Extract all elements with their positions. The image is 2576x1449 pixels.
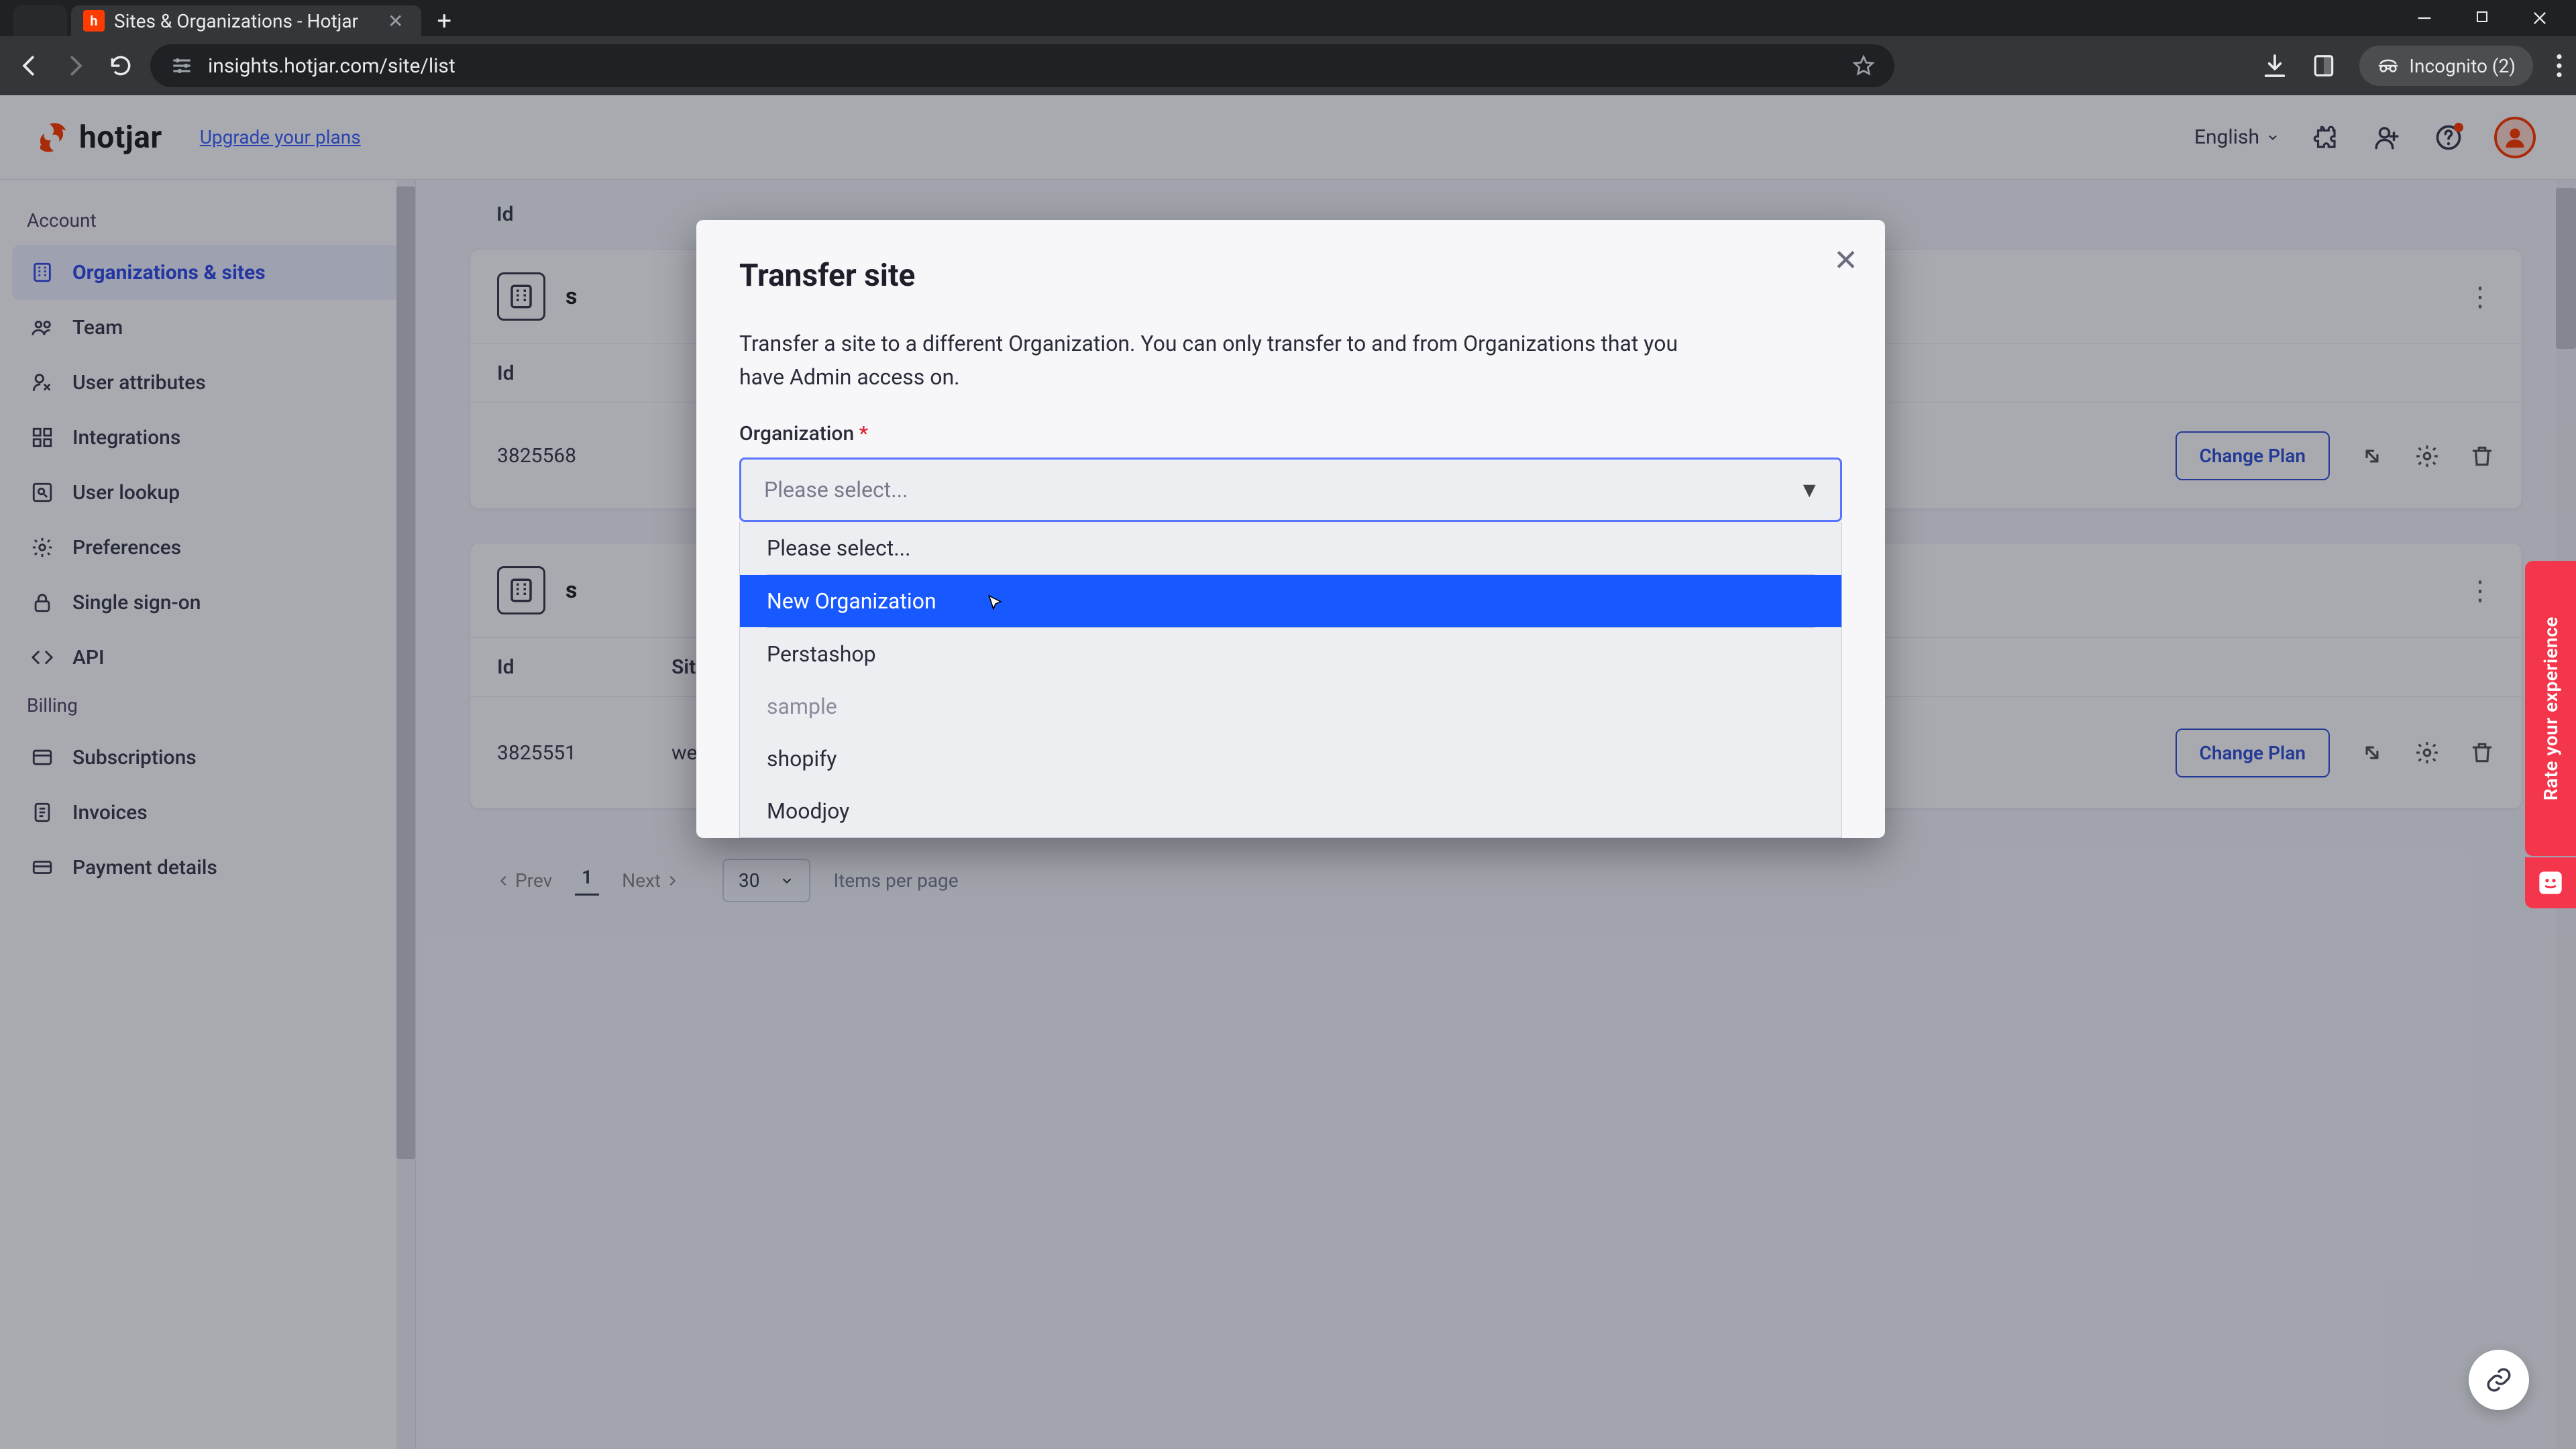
- downloads-icon[interactable]: [2261, 52, 2288, 79]
- modal-close-button[interactable]: ✕: [1833, 243, 1858, 278]
- select-placeholder: Please select...: [764, 477, 908, 502]
- browser-tab-active[interactable]: h Sites & Organizations - Hotjar ✕: [71, 5, 421, 36]
- organization-select[interactable]: Please select... ▼: [739, 458, 1842, 522]
- dropdown-option[interactable]: Moodjoy: [740, 785, 1841, 837]
- address-bar[interactable]: insights.hotjar.com/site/list: [150, 44, 1894, 87]
- site-settings-icon[interactable]: [169, 53, 195, 78]
- caret-down-icon: ▼: [1799, 477, 1820, 502]
- dropdown-option[interactable]: Perstashop: [740, 628, 1841, 680]
- transfer-site-modal: ✕ Transfer site Transfer a site to a dif…: [696, 220, 1885, 838]
- reload-button[interactable]: [105, 50, 137, 82]
- organization-dropdown: Please select... New Organization Persta…: [739, 522, 1842, 838]
- incognito-icon: [2377, 54, 2400, 77]
- feedback-tab[interactable]: Rate your experience: [2525, 561, 2576, 856]
- dropdown-option[interactable]: shopify: [740, 733, 1841, 785]
- tab-search[interactable]: [13, 5, 67, 36]
- browser-menu-icon[interactable]: [2556, 54, 2563, 78]
- feedback-label: Rate your experience: [2540, 616, 2562, 800]
- hotjar-favicon: h: [83, 10, 105, 32]
- new-tab-button[interactable]: +: [437, 7, 452, 36]
- browser-toolbar: insights.hotjar.com/site/list Incognito …: [0, 36, 2576, 95]
- link-fab[interactable]: [2469, 1350, 2529, 1410]
- window-maximize-icon[interactable]: [2474, 9, 2490, 28]
- window-close-icon[interactable]: [2530, 9, 2549, 28]
- incognito-label: Incognito (2): [2409, 55, 2516, 77]
- link-icon: [2485, 1366, 2513, 1394]
- modal-description: Transfer a site to a different Organizat…: [739, 327, 1719, 394]
- dropdown-option-placeholder[interactable]: Please select...: [740, 522, 1841, 574]
- bookmark-star-icon[interactable]: [1851, 54, 1876, 78]
- back-button[interactable]: [13, 50, 46, 82]
- organization-field-label: Organization *: [739, 422, 1842, 445]
- incognito-indicator[interactable]: Incognito (2): [2359, 46, 2533, 86]
- close-tab-icon[interactable]: ✕: [388, 10, 403, 32]
- forward-button[interactable]: [59, 50, 91, 82]
- window-minimize-icon[interactable]: [2415, 9, 2434, 28]
- reader-icon[interactable]: [2311, 53, 2337, 78]
- dropdown-option-new-org[interactable]: New Organization: [740, 575, 1841, 627]
- url-text: insights.hotjar.com/site/list: [208, 54, 455, 78]
- modal-title: Transfer site: [739, 258, 1842, 294]
- browser-titlebar: h Sites & Organizations - Hotjar ✕ +: [0, 0, 2576, 36]
- dropdown-option[interactable]: sample: [740, 680, 1841, 733]
- tab-title: Sites & Organizations - Hotjar: [114, 10, 358, 32]
- feedback-face-icon[interactable]: [2525, 857, 2576, 908]
